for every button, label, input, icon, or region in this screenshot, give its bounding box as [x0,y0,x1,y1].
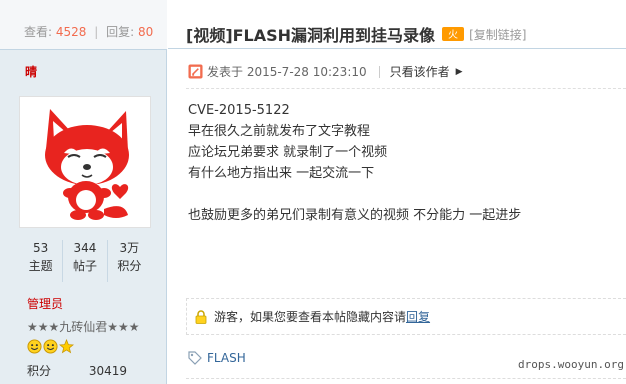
stats-divider: | [94,25,99,39]
tag-link-flash[interactable]: FLASH [207,351,246,365]
meta-divider [378,65,380,78]
author-score: 积分 30419 [27,362,127,379]
avatar-fox-image [45,109,129,220]
author-stats: 53 主题 344 帖子 3万 积分 [19,240,151,282]
author-stat-credits[interactable]: 3万 积分 [106,240,151,282]
score-label: 积分 [27,364,52,378]
post-line: CVE-2015-5122 [188,103,290,118]
stat-value: 3万 [119,241,140,255]
hidden-notice-text: 游客，如果您要查看本帖隐藏内容请 [214,310,407,324]
post-line: 有什么地方指出来 一起交流一下 [188,166,375,181]
thread-stats: 查看: 4528 | 回复: 80 [0,0,167,50]
author-stat-posts[interactable]: 344 帖子 [62,240,106,282]
tag-list: FLASH [188,351,246,365]
stat-value: 344 [73,241,97,255]
post-meta: 发表于 2015-7-28 10:23:10 只看该作者 ▶ [188,63,463,80]
meta-divider-line [186,88,626,89]
views-count: 4528 [55,25,87,39]
lock-icon [195,309,207,324]
edit-post-icon [188,64,203,79]
author-name-link[interactable]: 晴 [25,63,37,80]
hot-badge-icon: 火 [442,27,465,41]
stat-label: 主题 [28,259,53,273]
user-group-link[interactable]: 管理员 [27,295,63,312]
smiley-medal-icon[interactable] [27,339,42,354]
star-medal-icon[interactable] [59,339,74,354]
stat-value: 53 [33,241,49,255]
stat-label: 积分 [117,259,142,273]
thread-title-row: [视频]FLASH漏洞利用到挂马录像 火 [复制链接] [186,22,526,46]
watermark-text: drops.wooyun.org [518,358,624,371]
post-line: 也鼓励更多的弟兄们录制有意义的视频 不分能力 一起进步 [188,208,522,223]
replies-label: 回复: [106,25,135,39]
hot-badge-text: 火 [448,29,458,41]
avatar[interactable] [19,96,151,228]
stat-label: 帖子 [72,259,97,273]
medal-list [27,339,74,354]
copy-link-button[interactable]: [复制链接] [469,26,526,43]
views-label: 查看: [24,25,53,39]
thread-title: [视频]FLASH漏洞利用到挂马录像 [186,26,436,45]
post-line: 早在很久之前就发布了文字教程 [188,124,371,139]
score-value: 30419 [88,364,128,378]
title-divider [168,48,626,49]
post-main: [视频]FLASH漏洞利用到挂马录像 火 [复制链接] 发表于 2015-7-2… [168,0,626,384]
tag-icon [188,351,202,365]
reply-link[interactable]: 回复 [406,308,430,325]
user-rank: ★★★九砖仙君★★★ [27,320,140,334]
only-author-link[interactable]: 只看该作者 [390,63,450,80]
bottom-divider [186,378,626,379]
replies-count: 80 [138,25,154,39]
author-stat-threads[interactable]: 53 主题 [19,240,62,282]
hidden-content-notice: 游客，如果您要查看本帖隐藏内容请 回复 [186,298,626,335]
post-date: 发表于 2015-7-28 10:23:10 [207,65,367,79]
author-sidebar: 查看: 4528 | 回复: 80 晴 53 主题 344 帖子 3万 积分 管… [0,0,167,384]
smiley-medal-icon[interactable] [43,339,58,354]
post-line: 应论坛兄弟要求 就录制了一个视频 [188,145,388,160]
post-content: CVE-2015-5122 早在很久之前就发布了文字教程 应论坛兄弟要求 就录制… [188,100,618,226]
chevron-right-icon: ▶ [455,66,463,77]
